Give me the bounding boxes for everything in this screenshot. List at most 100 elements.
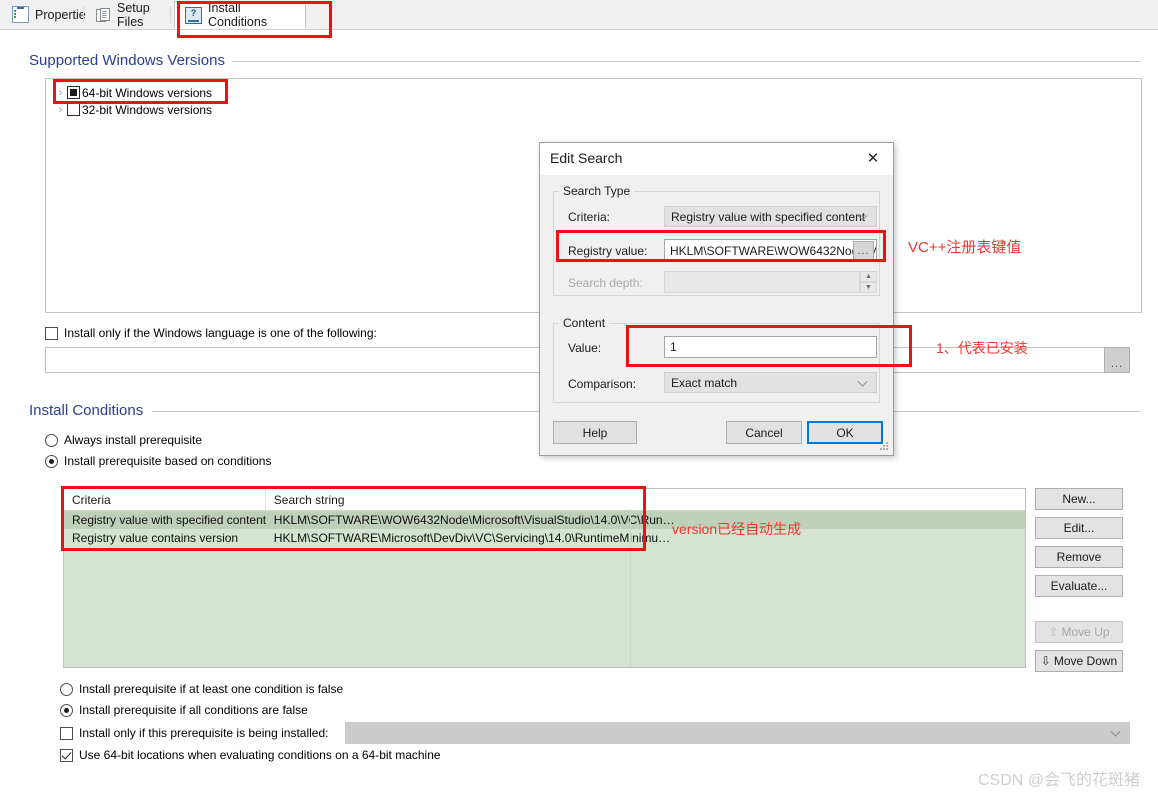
arrow-up-icon: ⇧ [1048, 625, 1059, 639]
supported-versions-caption: Supported Windows Versions [29, 52, 233, 69]
search-depth-label: Search depth: [568, 276, 643, 290]
supported-versions-rule [232, 61, 1140, 62]
close-icon[interactable]: ✕ [853, 143, 893, 173]
radio-at-least-one-false-row[interactable]: Install prerequisite if at least one con… [60, 682, 343, 696]
evaluate-button[interactable]: Evaluate... [1035, 575, 1123, 597]
language-browse-button[interactable]: ... [1104, 347, 1130, 373]
radio-at-least-one-false[interactable] [60, 682, 73, 696]
grid-column-separator [630, 509, 631, 667]
tab-properties[interactable]: Properties [2, 2, 92, 27]
comparison-value: Exact match [671, 375, 738, 390]
tree-item-64bit[interactable]: › 64-bit Windows versions [54, 84, 212, 101]
chevron-right-icon[interactable]: › [54, 87, 67, 99]
criteria-select[interactable]: Registry value with specified content [664, 206, 877, 227]
value-input[interactable]: 1 [664, 336, 877, 358]
chevron-right-icon[interactable]: › [54, 104, 67, 116]
content-legend: Content [559, 316, 610, 330]
use-64bit-locations-checkbox[interactable] [60, 748, 73, 762]
conditions-grid[interactable]: Criteria Search string Registry value wi… [63, 488, 1026, 668]
dialog-title: Edit Search [550, 150, 623, 166]
install-conditions-caption: Install Conditions [29, 402, 152, 419]
radio-always-install-label: Always install prerequisite [64, 433, 203, 447]
annotation-value-note: 1、代表已安装 [936, 340, 1028, 356]
tab-divider-1 [83, 6, 84, 23]
prereq-installed-label: Install only if this prerequisite is bei… [79, 726, 329, 740]
value-label: Value: [568, 341, 602, 355]
radio-all-conditions-false-row[interactable]: Install prerequisite if all conditions a… [60, 703, 308, 717]
radio-all-conditions-false-label: Install prerequisite if all conditions a… [79, 703, 308, 717]
registry-value-input[interactable]: HKLM\SOFTWARE\WOW6432Node\Mic [664, 239, 877, 262]
properties-icon [12, 6, 29, 23]
spinner-down-icon[interactable]: ▼ [860, 282, 877, 293]
language-checkbox[interactable] [45, 326, 58, 340]
row-criteria: Registry value with specified content [72, 513, 266, 527]
move-down-label: Move Down [1053, 654, 1118, 668]
install-conditions-icon: ? [185, 6, 202, 24]
registry-browse-button[interactable]: ... [853, 241, 874, 260]
radio-always-install-row[interactable]: Always install prerequisite [45, 433, 202, 447]
new-button[interactable]: New... [1035, 488, 1123, 510]
search-depth-spinner[interactable]: ▲ ▼ [860, 271, 877, 293]
registry-value-label: Registry value: [568, 244, 648, 258]
column-header-search-string[interactable]: Search string [266, 493, 1025, 507]
radio-conditional-install-label: Install prerequisite based on conditions [64, 454, 272, 468]
tree-checkbox-32bit[interactable] [67, 103, 80, 116]
criteria-value: Registry value with specified content [671, 209, 866, 224]
edit-button[interactable]: Edit... [1035, 517, 1123, 539]
language-checkbox-label: Install only if the Windows language is … [64, 326, 377, 340]
conditions-grid-header: Criteria Search string [64, 489, 1025, 511]
row-criteria: Registry value contains version [72, 531, 239, 545]
annotation-version-note: version已经自动生成 [672, 521, 802, 537]
comparison-label: Comparison: [568, 377, 637, 391]
search-depth-input [664, 271, 860, 293]
tree-item-32bit-label: 32-bit Windows versions [82, 102, 213, 117]
criteria-label: Criteria: [568, 210, 611, 224]
radio-at-least-one-false-label: Install prerequisite if at least one con… [79, 682, 344, 696]
dialog-title-bar[interactable]: Edit Search ✕ [540, 143, 893, 175]
tab-install-conditions[interactable]: ? Install Conditions [174, 1, 306, 29]
use-64bit-locations-row[interactable]: Use 64-bit locations when evaluating con… [60, 748, 441, 762]
tree-item-64bit-label: 64-bit Windows versions [82, 85, 213, 100]
prereq-installed-select[interactable] [345, 722, 1130, 744]
move-down-button[interactable]: ⇩ Move Down [1035, 650, 1123, 672]
prereq-installed-checkbox[interactable] [60, 726, 73, 740]
registry-value-text: HKLM\SOFTWARE\WOW6432Node\Mic [670, 243, 877, 258]
edit-search-dialog[interactable]: Edit Search ✕ Search Type Criteria: Regi… [539, 142, 894, 456]
cancel-button[interactable]: Cancel [726, 421, 802, 444]
resize-grip-icon[interactable] [880, 442, 890, 452]
prereq-installed-row[interactable]: Install only if this prerequisite is bei… [60, 726, 328, 740]
value-text: 1 [670, 340, 677, 354]
help-button[interactable]: Help [553, 421, 637, 444]
table-row[interactable]: Registry value contains version HKLM\SOF… [64, 529, 1025, 547]
table-row[interactable]: Registry value with specified content HK… [64, 511, 1025, 529]
language-condition-row[interactable]: Install only if the Windows language is … [45, 326, 377, 340]
tab-install-conditions-label: Install Conditions [208, 1, 268, 29]
search-type-legend: Search Type [559, 184, 635, 198]
spinner-up-icon[interactable]: ▲ [860, 271, 877, 282]
radio-conditional-install-row[interactable]: Install prerequisite based on conditions [45, 454, 271, 468]
watermark: CSDN @会飞的花斑猪 [977, 772, 1140, 789]
chevron-down-icon [1112, 728, 1120, 736]
radio-conditional-install[interactable] [45, 454, 58, 468]
remove-button[interactable]: Remove [1035, 546, 1123, 568]
tab-setup-files[interactable]: Setup Files [86, 0, 182, 29]
radio-all-conditions-false[interactable] [60, 703, 73, 717]
chevron-down-icon [859, 378, 867, 386]
column-header-criteria[interactable]: Criteria [64, 493, 265, 507]
chevron-down-icon [859, 212, 867, 220]
arrow-down-icon: ⇩ [1040, 654, 1051, 668]
move-up-button: ⇧ Move Up [1035, 621, 1123, 643]
tab-setup-files-label: Setup Files [117, 0, 150, 29]
row-search-string: HKLM\SOFTWARE\WOW6432Node\Microsoft\Visu… [273, 513, 675, 527]
comparison-select[interactable]: Exact match [664, 372, 877, 393]
tab-divider-2 [170, 6, 171, 23]
annotation-registry-note: VC++注册表键值 [908, 239, 1022, 256]
ok-button[interactable]: OK [807, 421, 883, 444]
tree-checkbox-64bit[interactable] [67, 86, 80, 99]
setup-files-icon [96, 7, 111, 22]
radio-always-install[interactable] [45, 433, 58, 447]
use-64bit-locations-label: Use 64-bit locations when evaluating con… [79, 748, 441, 762]
move-up-label: Move Up [1061, 625, 1110, 639]
tree-item-32bit[interactable]: › 32-bit Windows versions [54, 101, 212, 118]
tab-strip: Properties Setup Files ? Install Conditi… [0, 0, 1158, 30]
